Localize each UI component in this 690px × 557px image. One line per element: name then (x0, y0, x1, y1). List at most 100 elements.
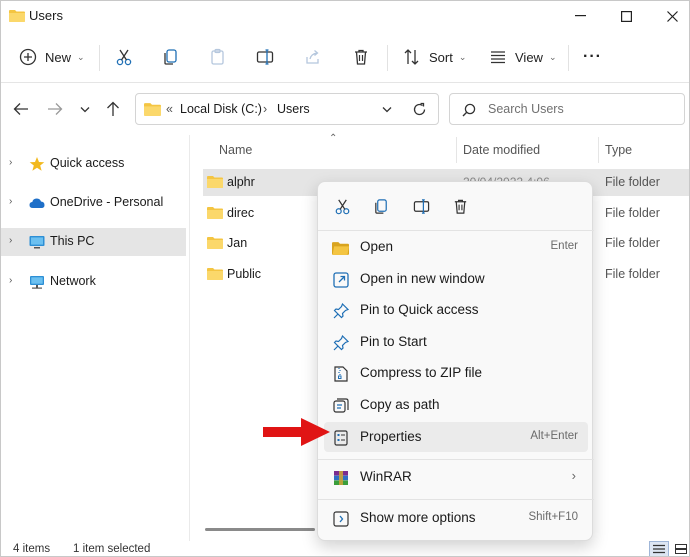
sort-icon (404, 49, 419, 65)
sort-ascending-icon: ⌃ (329, 133, 338, 144)
address-bar[interactable]: « Local Disk (C:) › Users (135, 93, 439, 125)
cloud-icon (29, 198, 45, 208)
up-button[interactable] (101, 97, 125, 121)
chevron-right-icon[interactable]: › (9, 235, 12, 246)
menu-item-label: Pin to Quick access (360, 302, 479, 317)
details-view-button[interactable] (649, 541, 669, 556)
arrow-up-icon (107, 101, 119, 116)
forward-button[interactable] (43, 97, 67, 121)
rename-icon (256, 49, 274, 65)
copy-icon (374, 198, 387, 214)
column-header-name[interactable]: Name (219, 143, 252, 157)
menu-item-shortcut: Shift+F10 (528, 511, 578, 523)
context-copy-button[interactable] (369, 194, 393, 218)
menu-divider (318, 230, 594, 231)
context-menu: Open Enter Open in new window Pin to Qui… (317, 181, 594, 541)
nav-item-quick-access[interactable]: › Quick access (1, 150, 186, 178)
search-placeholder: Search Users (488, 102, 564, 116)
menu-item-shortcut: Enter (550, 240, 579, 252)
menu-item-open[interactable]: Open Enter (324, 232, 588, 262)
winrar-icon (332, 469, 349, 486)
column-divider[interactable] (456, 137, 457, 163)
menu-item-show-more-options[interactable]: Show more options Shift+F10 (324, 503, 588, 533)
view-button[interactable]: View ⌄ (489, 43, 557, 71)
nav-item-onedrive[interactable]: › OneDrive - Personal (1, 189, 186, 217)
breadcrumb-local-disk[interactable]: Local Disk (C:) (180, 102, 262, 116)
view-icon (491, 51, 505, 64)
chevron-right-icon[interactable]: › (9, 196, 12, 207)
share-button[interactable] (304, 43, 322, 71)
tiles-view-button[interactable] (671, 541, 689, 556)
menu-item-compress-zip[interactable]: Compress to ZIP file (324, 358, 588, 388)
column-divider[interactable] (598, 137, 599, 163)
file-name: alphr (227, 175, 255, 189)
status-bar: 4 items 1 item selected (1, 541, 689, 556)
nav-label: OneDrive - Personal (50, 195, 164, 209)
chevron-down-icon[interactable] (382, 106, 392, 113)
menu-item-label: Properties (360, 429, 422, 444)
breadcrumb-overflow[interactable]: « (166, 102, 173, 116)
minimize-icon (574, 15, 586, 17)
cut-button[interactable] (115, 43, 133, 71)
menu-item-label: Open (360, 239, 394, 254)
recent-locations-button[interactable] (73, 97, 97, 121)
plus-circle-icon (19, 48, 37, 66)
address-row: « Local Disk (C:) › Users Search Users (1, 83, 689, 135)
menu-item-winrar[interactable]: WinRAR › (324, 462, 588, 492)
new-button[interactable]: New ⌄ (19, 43, 85, 71)
file-explorer-window: Users New ⌄ Sort ⌄ View ⌄ ··· « Local Di… (0, 0, 690, 557)
more-options-button[interactable]: ··· (583, 43, 602, 71)
file-type: File folder (605, 236, 660, 250)
refresh-icon[interactable] (412, 102, 427, 117)
trash-icon (355, 49, 367, 65)
share-icon (306, 50, 319, 64)
selection-count: 1 item selected (73, 543, 151, 555)
maximize-button[interactable] (603, 3, 649, 29)
sort-button[interactable]: Sort ⌄ (403, 43, 466, 71)
zip-icon (332, 365, 349, 382)
folder-icon (207, 268, 223, 280)
file-type: File folder (605, 175, 660, 189)
menu-item-open-new-window[interactable]: Open in new window (324, 264, 588, 294)
chevron-right-icon[interactable]: › (9, 275, 12, 286)
rename-button[interactable] (256, 43, 274, 71)
context-cut-button[interactable] (330, 194, 354, 218)
menu-item-pin-start[interactable]: Pin to Start (324, 327, 588, 357)
menu-item-label: Copy as path (360, 397, 440, 412)
menu-item-copy-as-path[interactable]: Copy as path (324, 390, 588, 420)
minimize-button[interactable] (557, 3, 603, 29)
context-delete-button[interactable] (448, 194, 472, 218)
menu-item-label: Open in new window (360, 271, 485, 286)
menu-divider (318, 499, 594, 500)
nav-item-network[interactable]: › Network (1, 268, 186, 296)
paste-button[interactable] (209, 43, 227, 71)
copy-button[interactable] (162, 43, 180, 71)
horizontal-scrollbar[interactable] (205, 528, 315, 531)
pin-start-icon (332, 334, 349, 351)
details-view-icon (653, 544, 665, 554)
menu-item-pin-quick-access[interactable]: Pin to Quick access (324, 295, 588, 325)
back-button[interactable] (9, 97, 33, 121)
column-header-date-modified[interactable]: Date modified (463, 143, 540, 157)
open-new-window-icon (332, 271, 349, 288)
context-rename-button[interactable] (409, 194, 433, 218)
delete-button[interactable] (352, 43, 370, 71)
breadcrumb-users[interactable]: Users (277, 102, 310, 116)
maximize-icon (620, 10, 632, 22)
column-header-type[interactable]: Type (605, 143, 632, 157)
menu-item-label: Compress to ZIP file (360, 365, 483, 380)
more-icon: ··· (583, 48, 602, 65)
navigation-pane: › Quick access › OneDrive - Personal › T… (1, 135, 189, 541)
breadcrumb-separator[interactable]: › (263, 102, 267, 116)
command-bar: New ⌄ Sort ⌄ View ⌄ ··· (1, 31, 689, 83)
menu-item-label: Show more options (360, 510, 476, 525)
submenu-arrow-icon: › (571, 468, 576, 483)
scissors-icon (116, 49, 132, 66)
chevron-down-icon: ⌄ (548, 51, 557, 62)
nav-item-this-pc[interactable]: › This PC (1, 228, 186, 256)
search-input[interactable]: Search Users (449, 93, 685, 125)
chevron-right-icon[interactable]: › (9, 157, 12, 168)
menu-item-properties[interactable]: Properties Alt+Enter (324, 422, 588, 452)
close-button[interactable] (649, 3, 689, 29)
sort-label: Sort (429, 49, 453, 65)
